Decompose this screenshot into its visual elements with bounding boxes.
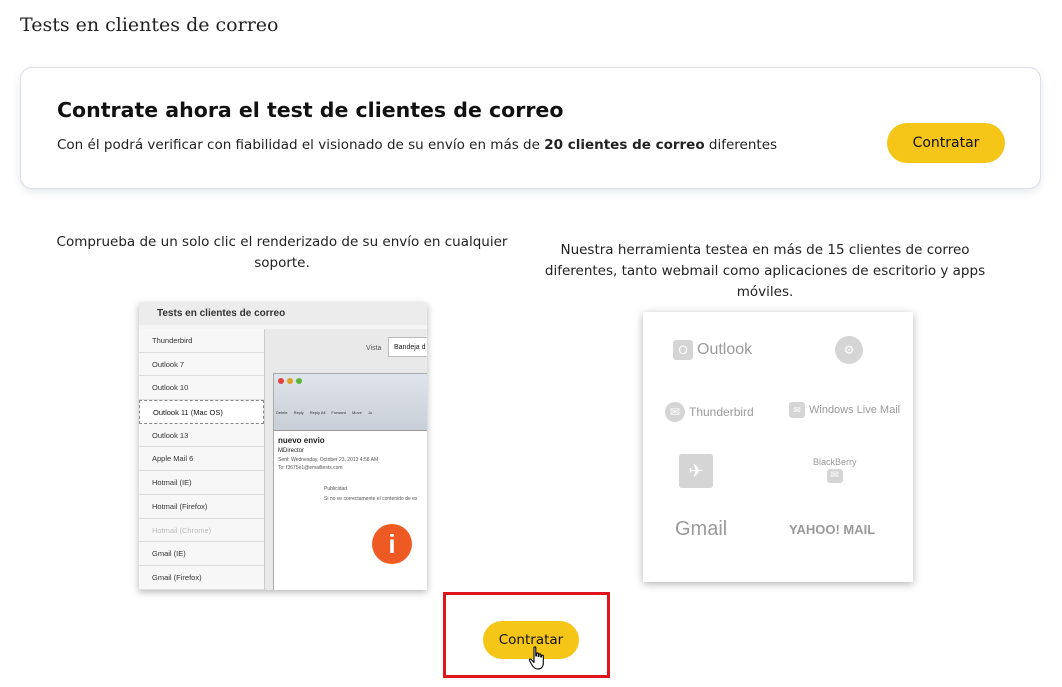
- left-column-text: Comprueba de un solo clic el renderizado…: [56, 234, 508, 271]
- toolbar-junk: Ju: [367, 410, 373, 415]
- gmail-logo: Gmail: [675, 518, 727, 541]
- page-title: Tests en clientes de correo: [20, 14, 279, 36]
- mail-note: Si no ve correctamente el contenido de e…: [324, 496, 418, 502]
- client-list-item-active: Outlook 11 (Mac OS): [139, 400, 264, 424]
- vista-select: Bandeja d: [388, 337, 427, 357]
- client-list-item: Hotmail (Chrome): [139, 518, 264, 543]
- windows-live-mail-label: Windows Live Mail: [809, 404, 901, 416]
- outlook-icon: O: [673, 340, 693, 360]
- blackberry-logo: BlackBerry ✉: [813, 457, 857, 483]
- client-list-item: Apple Mail 6: [139, 447, 264, 472]
- promo-card: Contrate ahora el test de clientes de co…: [20, 67, 1041, 189]
- windows-live-mail-icon: ✉: [789, 402, 805, 418]
- apple-mail-icon: ✈: [679, 454, 713, 488]
- vista-label: Vista: [366, 345, 382, 352]
- promo-heading: Contrate ahora el test de clientes de co…: [57, 98, 564, 122]
- client-list-item: Thunderbird: [139, 329, 264, 353]
- yahoo-mail-label: YAHOO! MAIL: [789, 522, 876, 537]
- minimize-dot-icon: [287, 378, 293, 384]
- mail-from: MDirector: [278, 448, 305, 454]
- windows-live-mail-logo: ✉ Windows Live Mail: [789, 402, 900, 418]
- mail-sent: Sent: Wednesday, October 23, 2013 4:58 A…: [278, 457, 379, 463]
- mail-window: Delete Reply Reply All Forward Move Ju n…: [273, 373, 427, 590]
- promo-text-after: diferentes: [704, 137, 778, 153]
- maximize-dot-icon: [296, 378, 302, 384]
- mail-toolbar: Delete Reply Reply All Forward Move Ju: [274, 374, 427, 431]
- client-list-item: Outlook 10: [139, 376, 264, 401]
- client-list-item: Outlook 7: [139, 352, 264, 377]
- mdirector-logo-icon: i: [372, 524, 412, 564]
- client-list-item: Gmail (Firefox): [139, 565, 264, 590]
- client-list-item: Hotmail (IE): [139, 471, 264, 495]
- toolbar-delete: Delete: [276, 410, 288, 415]
- promo-text-bold: 20 clientes de correo: [544, 137, 705, 153]
- blackberry-label: BlackBerry: [813, 457, 857, 467]
- email-clients-logos: O Outlook ⚙ ✉ Thunderbird ✉ Windows Live…: [643, 312, 913, 582]
- mac-mail-logo: ⚙: [835, 336, 863, 364]
- thunderbird-icon: ✉: [665, 402, 685, 422]
- client-list-item: Outlook 13: [139, 423, 264, 448]
- client-list-item: Gmail (IE): [139, 542, 264, 566]
- mail-publicidad: Publicidad: [324, 486, 348, 492]
- mail-subject: nuevo envio: [278, 436, 325, 445]
- blackberry-envelope-icon: ✉: [826, 469, 843, 483]
- outlook-logo: O Outlook: [673, 340, 752, 360]
- toolbar-forward: Forward: [331, 410, 347, 415]
- mail-to: To: f3675e1@emailtests.com: [278, 465, 343, 471]
- client-list-item: Hotmail (Firefox): [139, 494, 264, 519]
- outlook-label: Outlook: [697, 341, 753, 358]
- right-column-text: Nuestra herramienta testea en más de 15 …: [544, 242, 986, 300]
- thunderbird-logo: ✉ Thunderbird: [665, 402, 754, 422]
- close-dot-icon: [278, 378, 284, 384]
- client-list: Thunderbird Outlook 7 Outlook 10 Outlook…: [139, 329, 264, 590]
- email-test-screenshot: Tests en clientes de correo Thunderbird …: [139, 303, 427, 590]
- promo-description: Con él podrá verificar con fiabilidad el…: [57, 137, 777, 153]
- contratar-button-top[interactable]: Contratar: [887, 123, 1005, 163]
- toolbar-reply-all: Reply All: [309, 410, 326, 415]
- yahoo-mail-logo: YAHOO! MAIL: [789, 522, 875, 537]
- promo-text-before: Con él podrá verificar con fiabilidad el…: [57, 137, 545, 153]
- preview-pane: Vista Bandeja d Delete Reply Reply All F…: [264, 329, 427, 590]
- hand-pointer-icon: [528, 646, 544, 670]
- toolbar-reply: Reply: [293, 410, 304, 415]
- toolbar-move: Move: [352, 410, 362, 415]
- gmail-label: Gmail: [675, 518, 728, 540]
- screenshot-title: Tests en clientes de correo: [139, 303, 427, 325]
- mac-mail-icon: ⚙: [835, 336, 863, 364]
- thunderbird-label: Thunderbird: [689, 405, 754, 419]
- apple-mail-logo: ✈: [679, 454, 713, 488]
